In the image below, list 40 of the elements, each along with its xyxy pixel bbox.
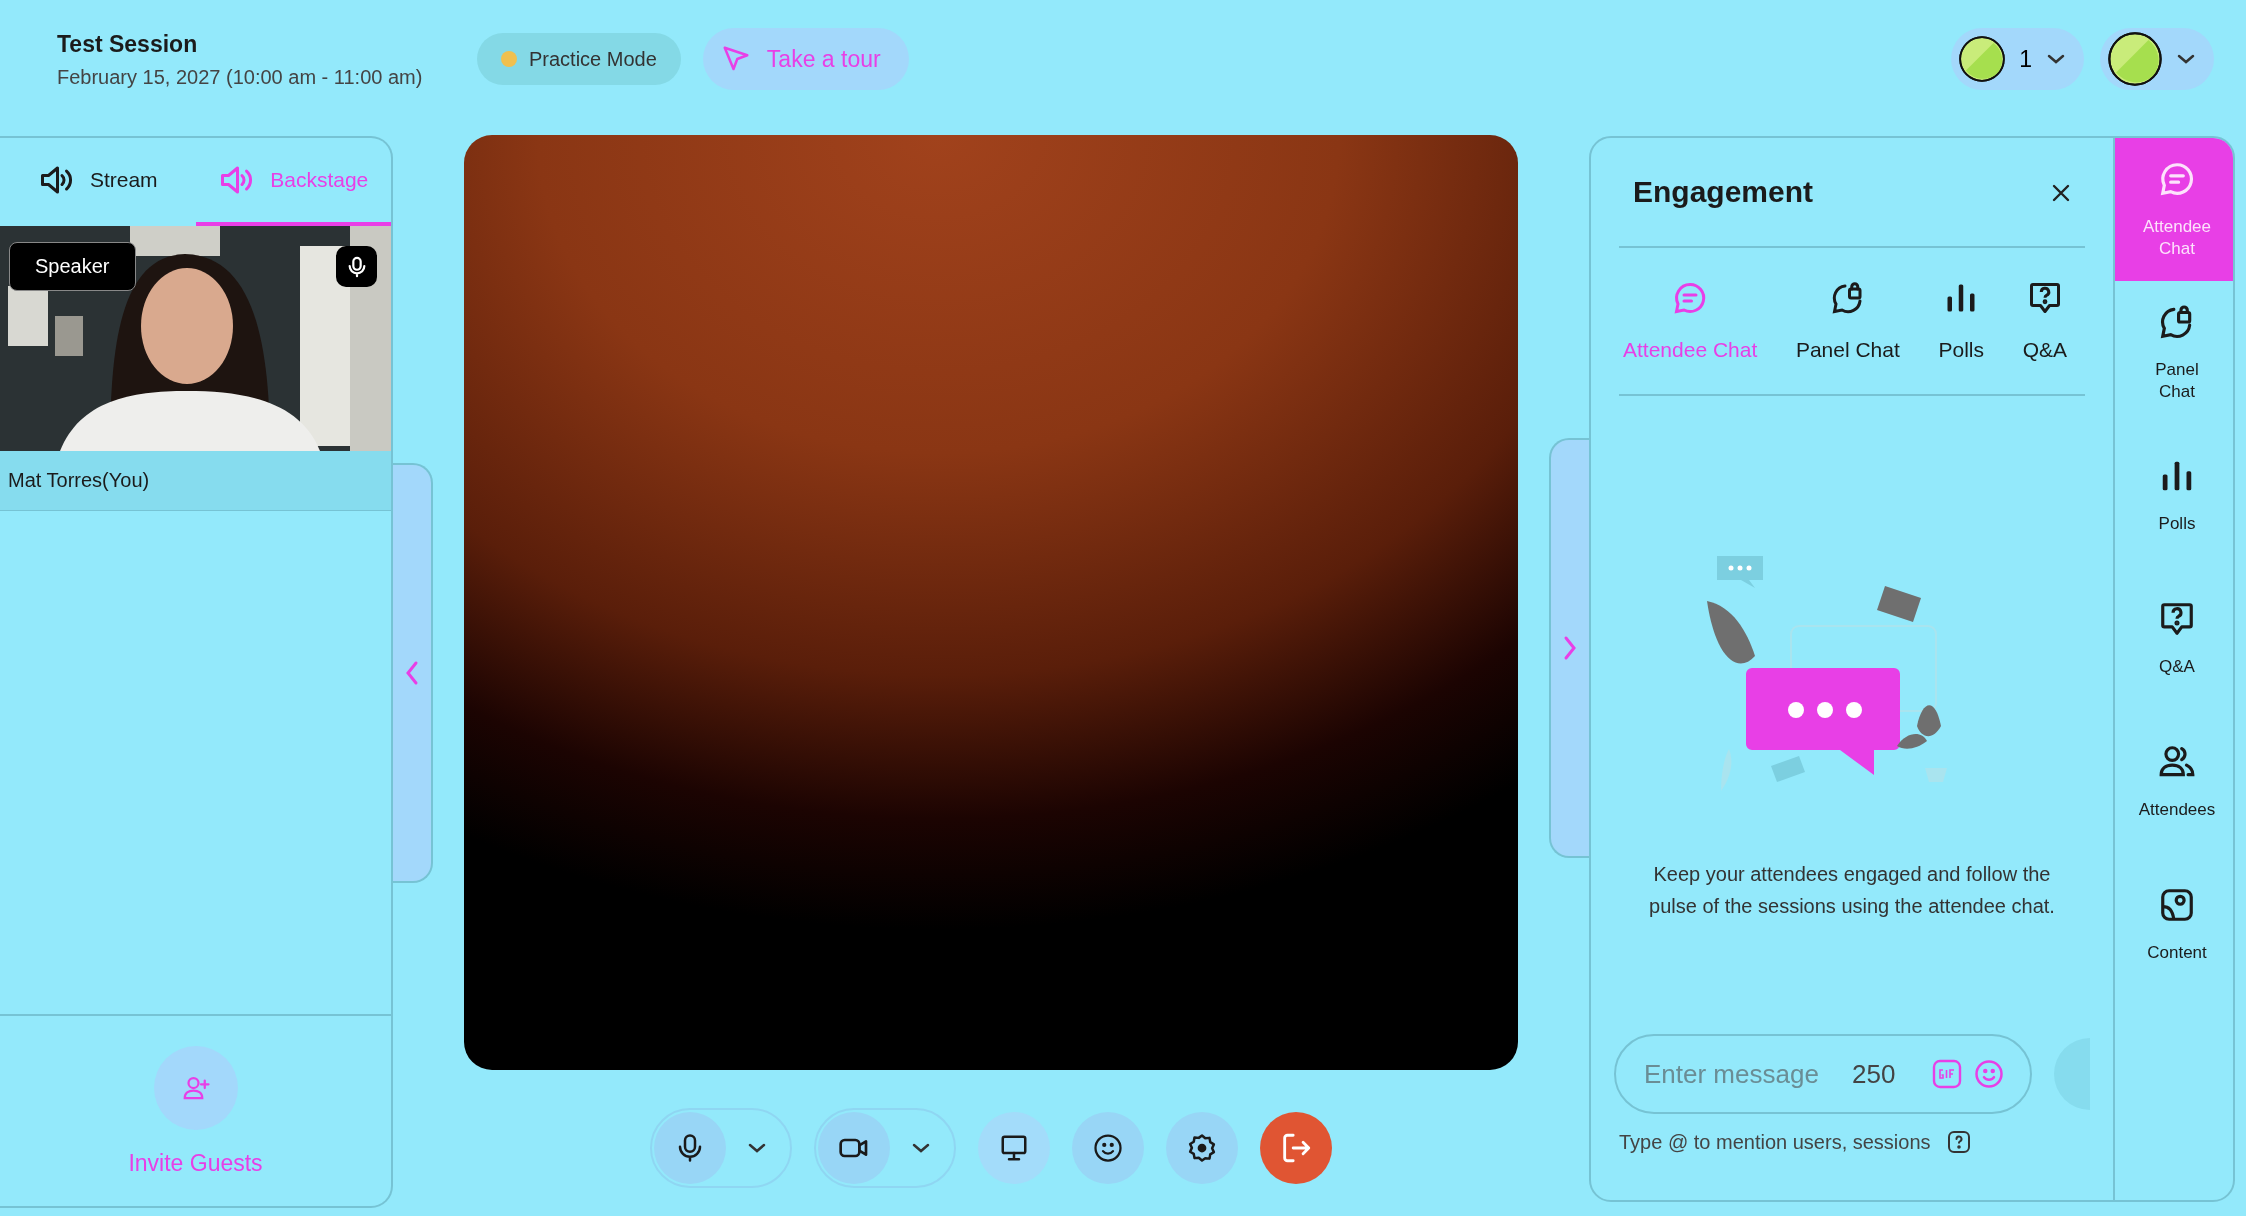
caret-icon: [747, 1142, 767, 1154]
microphone-icon: [336, 246, 377, 287]
empty-state-text: Keep your attendees engaged and follow the pulse of the sessions using the attendee chat.: [1648, 862, 2056, 919]
message-input[interactable]: Enter message: [1644, 1058, 1840, 1090]
rail-item[interactable]: Panel Chat: [2115, 281, 2233, 424]
mic-button[interactable]: [654, 1112, 726, 1184]
engagement-tab[interactable]: Polls: [1938, 248, 1984, 394]
speaker-badge: Speaker: [9, 242, 136, 291]
practice-mode-badge: Practice Mode: [477, 33, 681, 85]
panel-title: Engagement: [1633, 175, 1814, 209]
caret-icon: [2046, 53, 2066, 65]
close-icon: [2051, 182, 2071, 203]
caret-icon: [911, 1142, 931, 1154]
collapse-handle[interactable]: [393, 463, 433, 883]
rail-item[interactable]: Content: [2115, 853, 2233, 996]
panel-tab[interactable]: Stream: [0, 138, 196, 226]
rail-item[interactable]: Q&A: [2115, 567, 2233, 710]
rail-item[interactable]: Attendees: [2115, 710, 2233, 853]
engagement-tab[interactable]: Q&A: [2022, 248, 2067, 394]
expand-handle[interactable]: [1549, 438, 1589, 858]
avatar-icon: [2108, 32, 2162, 86]
mention-hint: Type @ to mention users, sessions: [1619, 1130, 1931, 1154]
camera-button[interactable]: [818, 1112, 890, 1184]
monitor-icon: [999, 1133, 1029, 1163]
caret-icon: [2176, 53, 2196, 65]
gif-icon[interactable]: [1932, 1059, 1962, 1089]
chevron-left-icon: [405, 660, 419, 686]
participant-name: Mat Torres(You): [8, 469, 150, 492]
smiley-icon: [1093, 1133, 1123, 1163]
chevron-right-icon: [1563, 635, 1577, 661]
session-title: Test Session: [57, 31, 199, 58]
participants-button[interactable]: 1: [1951, 28, 2084, 90]
rail-item[interactable]: Polls: [2115, 424, 2233, 567]
avatar-icon: [1959, 36, 2006, 82]
session-date: February 15, 2027 (10:00 am - 11:00 am): [57, 66, 424, 89]
settings-icon: [1187, 1133, 1217, 1163]
emoji-icon[interactable]: [1974, 1059, 2004, 1089]
character-counter: 250: [1852, 1058, 1896, 1090]
engagement-tab[interactable]: Panel Chat: [1795, 248, 1900, 394]
help-icon[interactable]: [1946, 1130, 1971, 1154]
